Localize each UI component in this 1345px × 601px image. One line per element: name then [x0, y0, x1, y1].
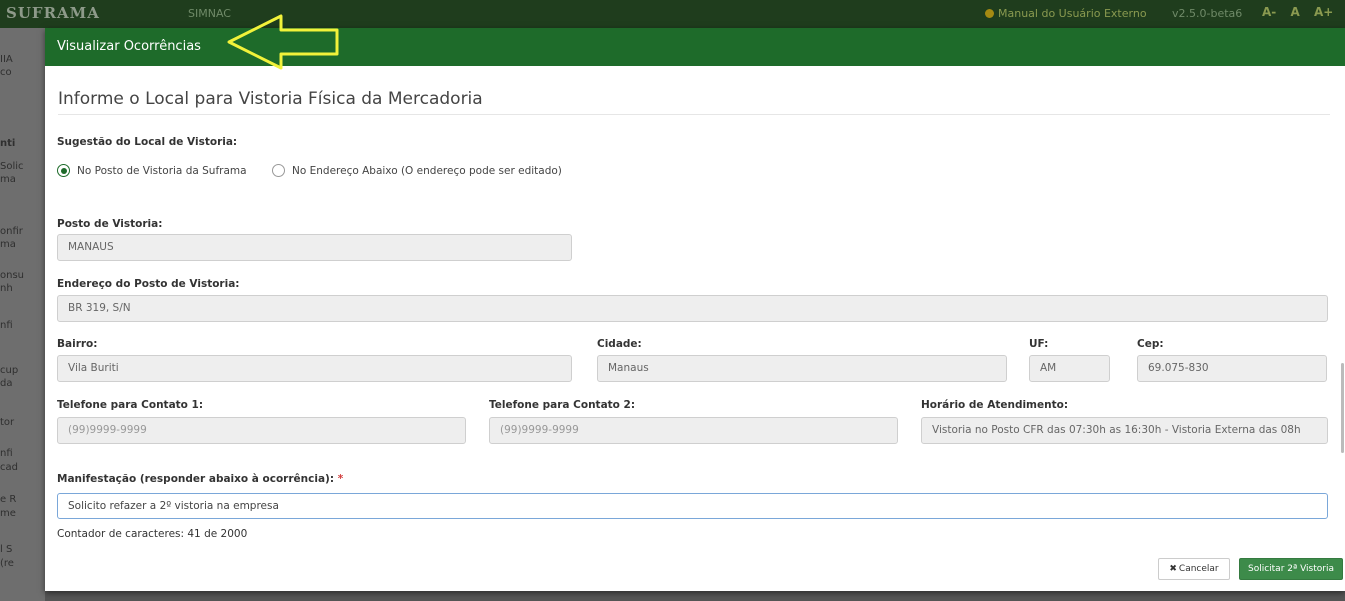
font-increase-button[interactable]: A+: [1314, 5, 1333, 19]
modal-scrollbar[interactable]: [1341, 363, 1344, 453]
uf-label: UF:: [1029, 338, 1049, 350]
x-icon: ✖: [1169, 564, 1177, 574]
bairro-label: Bairro:: [57, 338, 98, 350]
annotation-arrow-icon: [227, 14, 339, 70]
app-brand-logo: SUFRAMA: [6, 4, 100, 22]
radio-checked-icon[interactable]: [57, 164, 70, 177]
app-topbar: SUFRAMA SIMNAC Manual do Usuário Externo…: [0, 0, 1345, 28]
radio-unchecked-icon[interactable]: [272, 164, 285, 177]
sidebar-fragment[interactable]: l S: [0, 544, 12, 555]
section-divider: [58, 114, 1330, 115]
sidebar-fragment[interactable]: onfir: [0, 226, 23, 237]
section-title: Informe o Local para Vistoria Física da …: [58, 89, 483, 109]
sidebar-fragment[interactable]: me: [0, 508, 16, 519]
posto-field[interactable]: MANAUS: [57, 234, 572, 261]
manifestacao-label: Manifestação (responder abaixo à ocorrên…: [57, 473, 343, 485]
sidebar-fragment[interactable]: nh: [0, 283, 13, 294]
telefone1-field[interactable]: (99)9999-9999: [57, 417, 466, 444]
sidebar-fragment[interactable]: co: [0, 67, 12, 78]
required-mark: *: [337, 473, 344, 485]
modal-title: Visualizar Ocorrências: [57, 39, 201, 54]
radio-endereco-abaixo[interactable]: No Endereço Abaixo (O endereço pode ser …: [272, 164, 562, 177]
sidebar-fragment[interactable]: (re: [0, 558, 14, 569]
cidade-label: Cidade:: [597, 338, 642, 350]
sidebar-fragment[interactable]: onsu: [0, 270, 24, 281]
uf-field[interactable]: AM: [1029, 355, 1110, 382]
sidebar-fragment[interactable]: ma: [0, 239, 16, 250]
endereco-label: Endereço do Posto de Vistoria:: [57, 278, 240, 290]
cidade-field[interactable]: Manaus: [597, 355, 1007, 382]
suggestion-label: Sugestão do Local de Vistoria:: [57, 136, 238, 148]
character-counter: Contador de caracteres: 41 de 2000: [57, 528, 248, 540]
occurrences-modal: Visualizar Ocorrências Informe o Local p…: [45, 14, 1345, 591]
sidebar-fragment[interactable]: nfi: [0, 448, 13, 459]
horario-field[interactable]: Vistoria no Posto CFR das 07:30h as 16:3…: [921, 417, 1328, 444]
sidebar-fragment[interactable]: tor: [0, 417, 14, 428]
telefone2-label: Telefone para Contato 2:: [489, 399, 636, 411]
font-reset-button[interactable]: A: [1290, 5, 1299, 19]
cep-field[interactable]: 69.075-830: [1137, 355, 1327, 382]
app-sidebar: IIA co nti Solic ma onfir ma onsu nh nfi…: [0, 28, 45, 601]
font-decrease-button[interactable]: A-: [1262, 5, 1276, 19]
radio-endereco-label: No Endereço Abaixo (O endereço pode ser …: [292, 164, 562, 177]
sidebar-fragment[interactable]: ma: [0, 174, 16, 185]
sidebar-fragment[interactable]: e R: [0, 494, 16, 505]
app-footer: [45, 591, 1345, 601]
user-manual-link[interactable]: Manual do Usuário Externo: [985, 7, 1147, 20]
font-size-controls: A- A A+: [1262, 5, 1343, 19]
bairro-field[interactable]: Vila Buriti: [57, 355, 572, 382]
cancel-button-label: Cancelar: [1178, 564, 1219, 574]
app-version: v2.5.0-beta6: [1172, 7, 1243, 20]
manifestacao-label-text: Manifestação (responder abaixo à ocorrên…: [57, 473, 335, 485]
sidebar-fragment[interactable]: Solic: [0, 161, 24, 172]
sidebar-fragment[interactable]: cup: [0, 365, 18, 376]
radio-posto-label: No Posto de Vistoria da Suframa: [77, 164, 247, 177]
info-icon: [985, 9, 994, 18]
manifestacao-input[interactable]: Solicito refazer a 2º vistoria na empres…: [57, 493, 1328, 519]
sidebar-fragment[interactable]: IIA: [0, 54, 13, 65]
endereco-field[interactable]: BR 319, S/N: [57, 295, 1328, 322]
cep-label: Cep:: [1137, 338, 1164, 350]
horario-label: Horário de Atendimento:: [921, 399, 1069, 411]
sidebar-fragment[interactable]: nfi: [0, 320, 13, 331]
sidebar-fragment[interactable]: da: [0, 378, 12, 389]
request-second-inspection-button[interactable]: Solicitar 2ª Vistoria: [1239, 558, 1343, 580]
telefone2-field[interactable]: (99)9999-9999: [489, 417, 898, 444]
radio-posto-suframa[interactable]: No Posto de Vistoria da Suframa: [57, 164, 247, 177]
telefone1-label: Telefone para Contato 1:: [57, 399, 204, 411]
sidebar-fragment[interactable]: nti: [0, 138, 15, 149]
posto-label: Posto de Vistoria:: [57, 218, 163, 230]
sidebar-fragment[interactable]: cad: [0, 462, 18, 473]
cancel-button[interactable]: ✖ Cancelar: [1158, 558, 1230, 580]
user-manual-label: Manual do Usuário Externo: [998, 7, 1147, 20]
